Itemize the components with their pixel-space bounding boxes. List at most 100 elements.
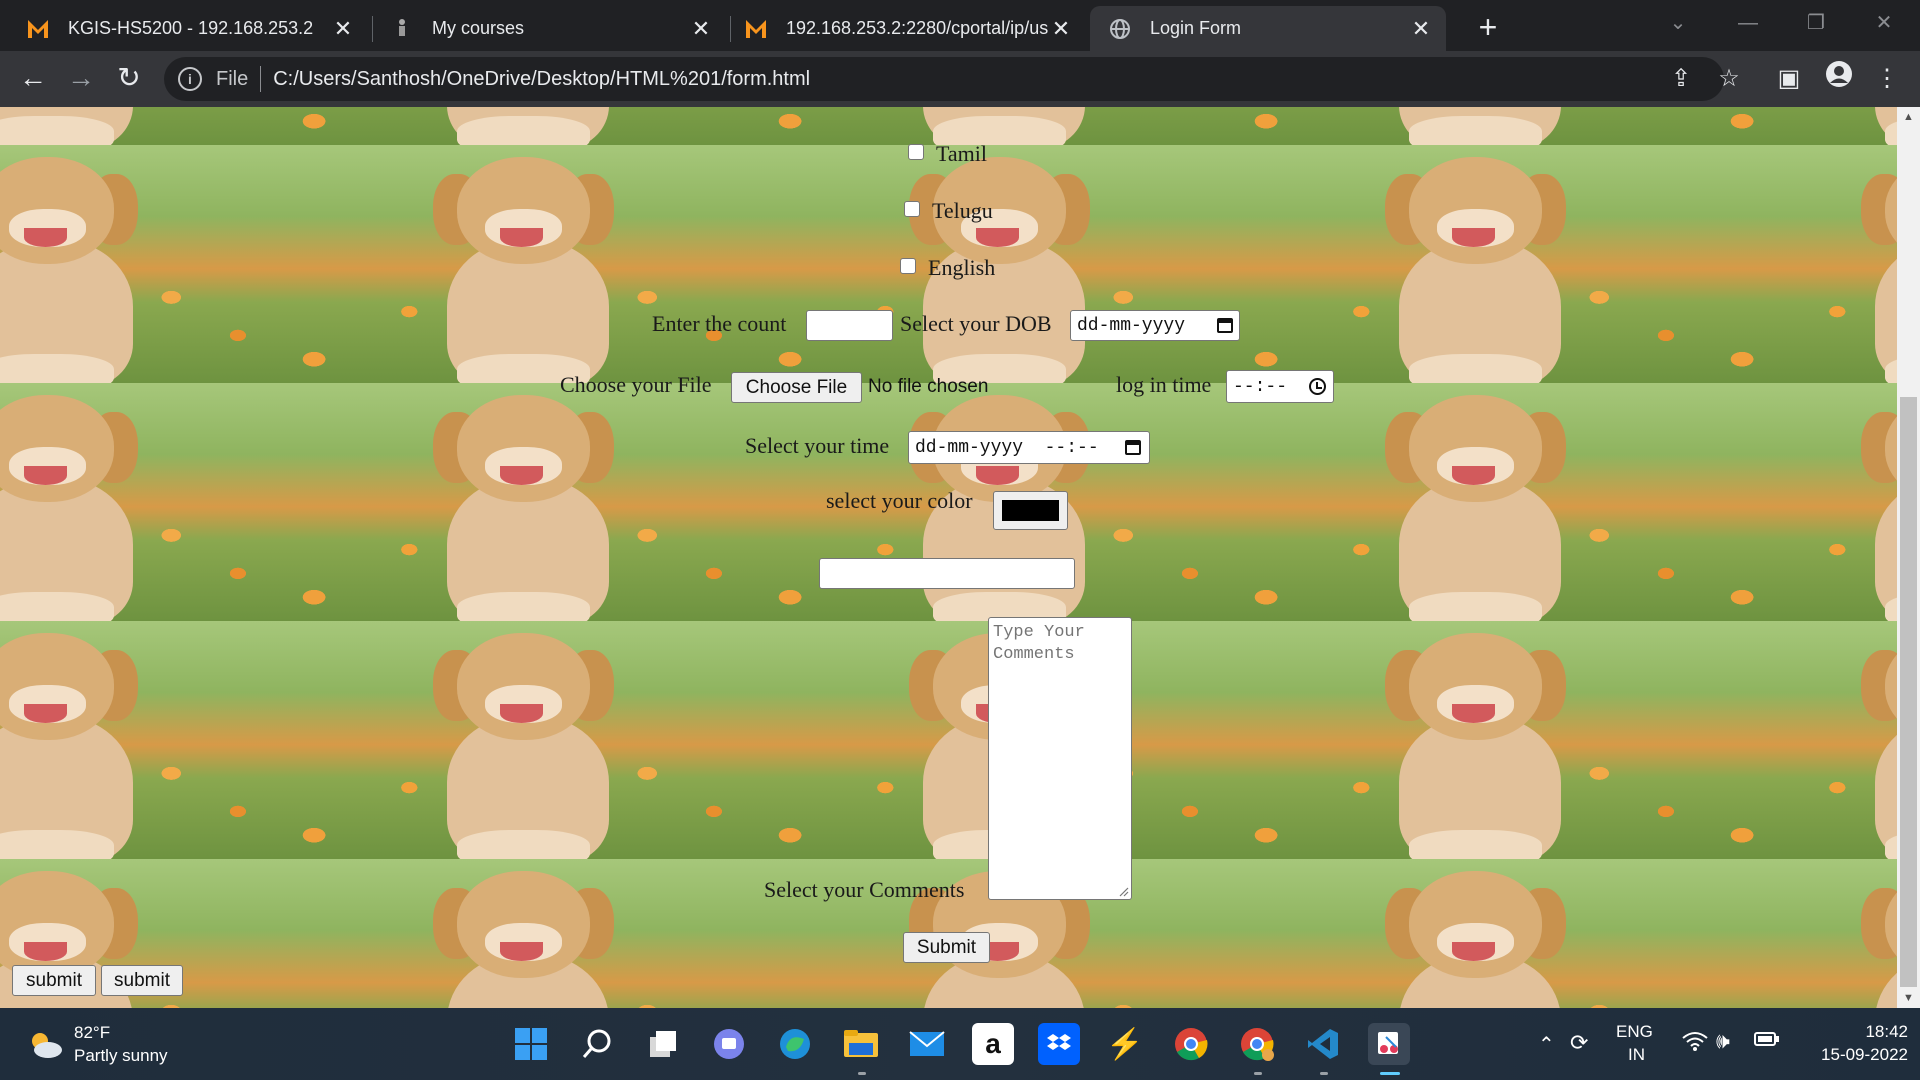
- comments-label: Select your Comments: [764, 877, 965, 902]
- close-tab-icon[interactable]: ✕: [688, 16, 714, 42]
- calendar-icon[interactable]: [1217, 318, 1233, 333]
- puppy-tile: [276, 621, 752, 859]
- submit-button-left-2[interactable]: submit: [101, 965, 183, 996]
- dob-placeholder: dd-mm-yyyy: [1077, 316, 1186, 336]
- puppy-tile: [752, 107, 1228, 145]
- forward-arrow-icon[interactable]: →: [62, 60, 100, 98]
- puppy-tile: [276, 145, 752, 383]
- page-scrollbar[interactable]: ▲ ▼: [1897, 107, 1920, 1008]
- clock-time[interactable]: 18:42: [1848, 1022, 1908, 1042]
- calendar-icon[interactable]: [1125, 440, 1141, 455]
- dob-label: Select your DOB: [900, 311, 1052, 336]
- tab-kgis[interactable]: KGIS-HS5200 - 192.168.253.2 ✕: [0, 6, 368, 51]
- close-tab-icon[interactable]: ✕: [1408, 16, 1434, 42]
- scroll-thumb[interactable]: [1900, 397, 1917, 987]
- file-explorer-icon[interactable]: [840, 1023, 882, 1065]
- datetime-placeholder: dd-mm-yyyy --:--: [915, 438, 1099, 458]
- address-bar[interactable]: i File C:/Users/Santhosh/OneDrive/Deskto…: [164, 57, 1724, 101]
- tab-login-form[interactable]: Login Form ✕: [1090, 6, 1446, 51]
- amazon-icon[interactable]: a: [972, 1023, 1014, 1065]
- url-text[interactable]: C:/Users/Santhosh/OneDrive/Desktop/HTML%…: [273, 68, 810, 91]
- reload-icon[interactable]: ↻: [110, 60, 148, 98]
- new-tab-button[interactable]: +: [1468, 8, 1508, 48]
- sync-icon[interactable]: ⟳: [1570, 1030, 1588, 1056]
- text-input[interactable]: [819, 558, 1075, 589]
- login-time-input[interactable]: --:--: [1226, 370, 1334, 403]
- file-label: Choose your File: [560, 372, 712, 397]
- label-tamil: Tamil: [936, 141, 988, 166]
- datetime-input[interactable]: dd-mm-yyyy --:--: [908, 431, 1150, 464]
- back-arrow-icon[interactable]: ←: [14, 60, 52, 98]
- login-time-placeholder: --:--: [1233, 377, 1288, 397]
- submit-button[interactable]: Submit: [903, 932, 990, 963]
- resize-handle-icon[interactable]: [1117, 885, 1129, 897]
- browser-tab-strip: KGIS-HS5200 - 192.168.253.2 ✕ My courses…: [0, 0, 1920, 51]
- close-tab-icon[interactable]: ✕: [330, 16, 356, 42]
- minimize-button[interactable]: —: [1720, 6, 1776, 40]
- puppy-tile: [1704, 145, 1897, 383]
- choose-file-button[interactable]: Choose File: [731, 372, 862, 403]
- puppy-tile: [276, 859, 752, 1008]
- language-top[interactable]: ENG: [1616, 1022, 1653, 1042]
- puppy-tile: [1228, 145, 1704, 383]
- checkbox-tamil[interactable]: [908, 144, 924, 160]
- language-bottom[interactable]: IN: [1628, 1045, 1645, 1065]
- puppy-tile: [0, 145, 276, 383]
- site-info-icon[interactable]: i: [178, 67, 202, 91]
- puppy-tile: [0, 383, 276, 621]
- bookmark-star-icon[interactable]: ☆: [1710, 60, 1748, 98]
- kgis-favicon-icon: [744, 17, 768, 41]
- battery-icon[interactable]: [1754, 1030, 1780, 1053]
- weather-icon[interactable]: [26, 1030, 64, 1065]
- task-view-icon[interactable]: [642, 1023, 684, 1065]
- teams-chat-icon[interactable]: [708, 1023, 750, 1065]
- wifi-icon[interactable]: [1682, 1030, 1708, 1058]
- moodle-favicon-icon: [390, 17, 414, 41]
- puppy-tile: [1704, 383, 1897, 621]
- color-swatch: [1002, 500, 1059, 521]
- clock-date[interactable]: 15-09-2022: [1790, 1045, 1908, 1065]
- puppy-tile: [0, 621, 276, 859]
- count-label: Enter the count: [652, 311, 787, 336]
- restore-button[interactable]: ❐: [1788, 6, 1844, 40]
- side-panel-icon[interactable]: ▣: [1770, 60, 1808, 98]
- bolt-app-icon[interactable]: ⚡: [1104, 1023, 1146, 1065]
- clock-icon[interactable]: [1309, 378, 1326, 395]
- puppy-tile: [276, 107, 752, 145]
- close-window-button[interactable]: ✕: [1856, 6, 1912, 40]
- checkbox-english[interactable]: [900, 258, 916, 274]
- comments-placeholder: Type Your Comments: [993, 623, 1085, 664]
- profile-avatar-icon[interactable]: [1820, 60, 1858, 98]
- windows-start-icon[interactable]: [510, 1023, 552, 1065]
- mail-icon[interactable]: [906, 1023, 948, 1065]
- scroll-up-arrow-icon[interactable]: ▲: [1897, 107, 1920, 127]
- comments-textarea[interactable]: Type Your Comments: [988, 617, 1132, 900]
- puppy-tile: [1228, 107, 1704, 145]
- color-picker[interactable]: [993, 491, 1068, 530]
- scroll-down-arrow-icon[interactable]: ▼: [1897, 988, 1920, 1008]
- share-icon[interactable]: ⇪: [1662, 60, 1700, 98]
- puppy-tile: [276, 383, 752, 621]
- chrome-icon[interactable]: [1170, 1023, 1212, 1065]
- snipping-tool-icon[interactable]: [1368, 1023, 1410, 1065]
- tab-my-courses[interactable]: My courses ✕: [372, 6, 726, 51]
- vscode-icon[interactable]: [1302, 1023, 1344, 1065]
- edge-icon[interactable]: [774, 1023, 816, 1065]
- close-tab-icon[interactable]: ✕: [1048, 16, 1074, 42]
- datetime-label: Select your time: [745, 433, 890, 458]
- color-label: select your color: [826, 488, 973, 513]
- volume-icon[interactable]: 🕪: [1716, 1028, 1730, 1054]
- chrome-profile-icon[interactable]: [1236, 1023, 1278, 1065]
- count-input[interactable]: [806, 310, 893, 341]
- file-status: No file chosen: [868, 376, 989, 397]
- checkbox-telugu[interactable]: [904, 201, 920, 217]
- search-icon[interactable]: [576, 1023, 618, 1065]
- label-english: English: [928, 255, 996, 280]
- tab-cportal[interactable]: 192.168.253.2:2280/cportal/ip/us ✕: [730, 6, 1086, 51]
- submit-button-left-1[interactable]: submit: [12, 965, 96, 996]
- dropbox-icon[interactable]: [1038, 1023, 1080, 1065]
- tab-search-chevron-icon[interactable]: ⌄: [1650, 6, 1706, 40]
- kebab-menu-icon[interactable]: ⋮: [1868, 60, 1906, 98]
- dob-input[interactable]: dd-mm-yyyy: [1070, 310, 1240, 341]
- show-hidden-icons-chevron-icon[interactable]: ⌃: [1538, 1032, 1555, 1057]
